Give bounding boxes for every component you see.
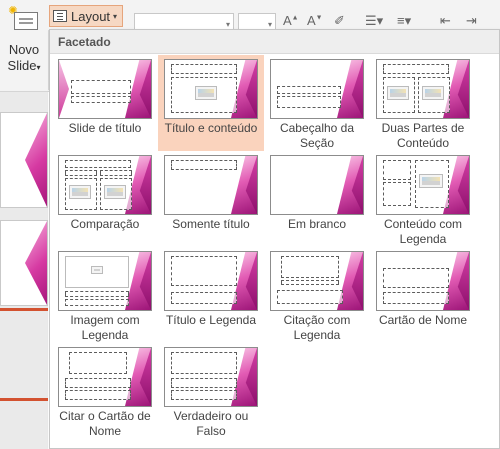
layout-button[interactable]: Layout ▾ xyxy=(49,5,123,27)
layout-option[interactable]: Somente título xyxy=(158,151,264,247)
layout-option[interactable]: Duas Partes de Conteúdo xyxy=(370,55,476,151)
layout-option[interactable]: Título e Legenda xyxy=(158,247,264,343)
layout-option[interactable]: Slide de título xyxy=(52,55,158,151)
layout-label: Duas Partes de Conteúdo xyxy=(381,121,465,150)
new-slide-button[interactable]: ✺ Novo Slide▾ xyxy=(0,0,48,92)
layout-thumbnail xyxy=(270,155,364,215)
font-size-decrease-icon[interactable]: A▼ xyxy=(307,13,323,28)
slide-selection-indicator xyxy=(0,398,48,401)
increase-indent-icon[interactable]: ⇥ xyxy=(466,13,477,29)
layout-label: Cabeçalho da Seção xyxy=(279,121,355,150)
font-size-increase-icon[interactable]: A▲ xyxy=(283,13,299,28)
layout-option[interactable]: Verdadeiro ou Falso xyxy=(158,343,264,439)
clear-formatting-icon[interactable]: ✐ xyxy=(334,13,345,29)
layout-thumbnail xyxy=(164,347,258,407)
layout-label: Somente título xyxy=(172,217,250,231)
layout-label: Verdadeiro ou Falso xyxy=(173,409,249,438)
layout-label: Slide de título xyxy=(68,121,142,135)
slide-selection-indicator xyxy=(0,308,48,311)
decrease-indent-icon[interactable]: ⇤ xyxy=(440,13,451,29)
layout-option[interactable]: Em branco xyxy=(264,151,370,247)
new-slide-label: Novo xyxy=(8,42,40,57)
layout-label: Imagem com Legenda xyxy=(70,313,140,342)
layout-label: Cartão de Nome xyxy=(378,313,468,327)
layout-label: Título e conteúdo xyxy=(164,121,258,135)
layout-thumbnail xyxy=(376,251,470,311)
slide-thumbnail-panel xyxy=(0,92,48,449)
layout-option[interactable]: Cabeçalho da Seção xyxy=(264,55,370,151)
layout-icon xyxy=(53,10,67,22)
layout-label: Citar o Cartão de Nome xyxy=(59,409,151,438)
layout-thumbnail xyxy=(376,155,470,215)
layout-label: Em branco xyxy=(287,217,347,231)
chevron-down-icon: ▾ xyxy=(225,20,230,29)
layout-thumbnail xyxy=(270,59,364,119)
chevron-down-icon: ▾ xyxy=(36,63,41,72)
layout-label: Comparação xyxy=(70,217,140,231)
layout-option[interactable]: Comparação xyxy=(52,151,158,247)
layout-thumbnail xyxy=(164,155,258,215)
layout-thumbnail xyxy=(58,59,152,119)
layout-thumbnail xyxy=(270,251,364,311)
layout-thumbnail xyxy=(376,59,470,119)
layout-option[interactable]: Cartão de Nome xyxy=(370,247,476,343)
layout-label: Citação com Legenda xyxy=(283,313,351,342)
new-slide-label-2: Slide▾ xyxy=(7,58,41,73)
layout-thumbnail xyxy=(58,155,152,215)
layout-thumbnail xyxy=(164,251,258,311)
chevron-down-icon: ▾ xyxy=(113,11,118,21)
chevron-down-icon: ▾ xyxy=(267,20,272,29)
layout-thumbnail xyxy=(58,251,152,311)
layout-option[interactable]: Citação com Legenda xyxy=(264,247,370,343)
slide-thumbnail[interactable] xyxy=(0,112,48,208)
layout-thumbnail xyxy=(58,347,152,407)
layout-option[interactable]: Citar o Cartão de Nome xyxy=(52,343,158,439)
layout-label: Título e Legenda xyxy=(165,313,257,327)
gallery-section-header: Facetado xyxy=(50,30,499,54)
layout-option-selected[interactable]: Título e conteúdo xyxy=(158,55,264,151)
new-slide-icon: ✺ xyxy=(8,6,40,32)
layout-option[interactable]: Imagem com Legenda xyxy=(52,247,158,343)
bullets-icon[interactable]: ☰▾ xyxy=(365,13,383,29)
slide-thumbnail[interactable] xyxy=(0,220,48,306)
layout-thumbnail xyxy=(164,59,258,119)
layout-label: Conteúdo com Legenda xyxy=(383,217,463,246)
numbering-icon[interactable]: ≡▾ xyxy=(397,13,411,29)
layout-option[interactable]: Conteúdo com Legenda xyxy=(370,151,476,247)
layout-label: Layout xyxy=(71,8,111,24)
layout-gallery: Facetado Slide de título Título e conteú… xyxy=(49,29,500,449)
